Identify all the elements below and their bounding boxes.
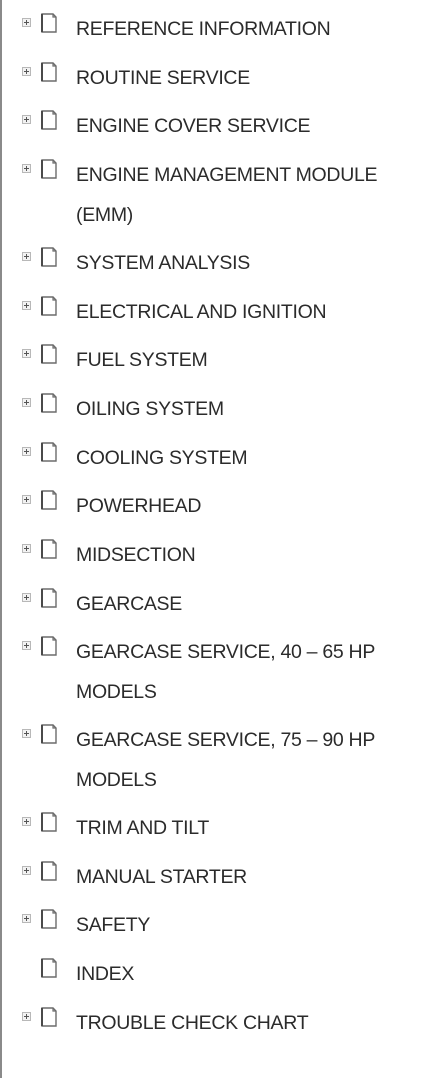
tree-item-label: ROUTINE SERVICE bbox=[76, 66, 250, 89]
tree-item-label: MANUAL STARTER bbox=[76, 865, 247, 888]
book-page-icon bbox=[41, 909, 57, 929]
tree-item[interactable]: COOLING SYSTEM bbox=[2, 438, 437, 478]
book-page-icon bbox=[41, 1006, 57, 1027]
tree-item-label: ENGINE COVER SERVICE bbox=[76, 115, 311, 138]
book-page-icon bbox=[41, 587, 57, 608]
tree-item-label: TROUBLE CHECK CHART bbox=[76, 1011, 309, 1034]
tree-item[interactable]: MIDSECTION bbox=[2, 535, 437, 575]
tree-item-label: COOLING SYSTEM bbox=[76, 446, 248, 469]
expand-plus-icon[interactable] bbox=[22, 300, 31, 310]
expand-plus-icon[interactable] bbox=[22, 729, 31, 739]
book-page-icon bbox=[41, 812, 57, 832]
book-page-icon bbox=[41, 441, 57, 462]
expand-plus-icon[interactable] bbox=[22, 115, 31, 125]
tree-item-label: INDEX bbox=[76, 962, 135, 985]
book-page-icon bbox=[41, 61, 57, 82]
tree-item-label: ELECTRICAL AND IGNITION bbox=[76, 300, 327, 323]
book-page-icon bbox=[41, 860, 57, 881]
expand-plus-icon[interactable] bbox=[22, 865, 31, 875]
book-page-icon bbox=[41, 344, 57, 364]
tree-item-label: MIDSECTION bbox=[76, 544, 196, 566]
book-page-icon bbox=[41, 636, 57, 657]
book-page-icon bbox=[41, 295, 57, 316]
expand-plus-icon[interactable] bbox=[22, 816, 31, 826]
tree-item[interactable]: TRIM AND TILT bbox=[2, 808, 437, 848]
tree-item-label: POWERHEAD bbox=[76, 495, 202, 518]
tree-item-label: TRIM AND TILT bbox=[76, 816, 209, 839]
book-page-icon bbox=[41, 159, 57, 179]
tree-item[interactable]: SYSTEM ANALYSIS bbox=[2, 243, 437, 283]
expand-plus-icon[interactable] bbox=[22, 66, 31, 76]
expand-plus-icon[interactable] bbox=[22, 349, 31, 359]
book-page-icon bbox=[41, 13, 57, 33]
book-page-icon bbox=[41, 110, 57, 131]
expand-plus-icon[interactable] bbox=[22, 18, 31, 27]
tree-item[interactable]: REFERENCE INFORMATION bbox=[2, 9, 437, 49]
tree-item-label: SYSTEM ANALYSIS bbox=[76, 251, 250, 274]
bookmarks-tree-panel: REFERENCE INFORMATION ROUTINE SERVICE ENGI… bbox=[0, 0, 437, 1078]
expand-plus-icon[interactable] bbox=[22, 397, 31, 407]
book-page-icon bbox=[41, 490, 57, 510]
expand-plus-icon[interactable] bbox=[22, 641, 31, 651]
tree-item[interactable]: FUEL SYSTEM bbox=[2, 340, 437, 380]
tree-item-label: GEARCASE SERVICE, 40 – 65 HP MODELS bbox=[76, 641, 375, 704]
expand-plus-icon[interactable] bbox=[22, 592, 31, 602]
tree-item[interactable]: POWERHEAD bbox=[2, 486, 437, 526]
tree-item-label: SAFETY bbox=[76, 914, 151, 937]
tree-item[interactable]: ELECTRICAL AND IGNITION bbox=[2, 292, 437, 332]
tree-item-label: FUEL SYSTEM bbox=[76, 349, 208, 372]
expand-plus-icon[interactable] bbox=[22, 251, 31, 261]
tree-item[interactable]: GEARCASE bbox=[2, 584, 437, 624]
book-page-icon bbox=[41, 247, 57, 267]
expand-plus-icon[interactable] bbox=[22, 914, 31, 924]
tree-item-label: GEARCASE SERVICE, 75 – 90 HP MODELS bbox=[76, 729, 375, 792]
expand-plus-icon[interactable] bbox=[22, 495, 31, 505]
tree-item[interactable]: MANUAL STARTER bbox=[2, 857, 437, 897]
tree-item-label: REFERENCE INFORMATION bbox=[76, 18, 331, 40]
tree-item[interactable]: GEARCASE SERVICE, 75 – 90 HP MODELS bbox=[2, 720, 437, 800]
book-page-icon bbox=[41, 393, 57, 413]
book-page-icon bbox=[41, 539, 57, 559]
tree-item-label: ENGINE MANAGEMENT MODULE (EMM) bbox=[76, 164, 378, 227]
expand-plus-icon[interactable] bbox=[22, 544, 31, 553]
expand-plus-icon[interactable] bbox=[22, 1011, 31, 1021]
book-page-icon bbox=[41, 958, 57, 978]
tree-item[interactable]: SAFETY bbox=[2, 905, 437, 945]
book-page-icon bbox=[41, 724, 57, 744]
expand-plus-icon[interactable] bbox=[22, 164, 31, 174]
tree-item[interactable]: GEARCASE SERVICE, 40 – 65 HP MODELS bbox=[2, 632, 437, 712]
tree-item[interactable]: TROUBLE CHECK CHART bbox=[2, 1003, 437, 1043]
tree-item-label: GEARCASE bbox=[76, 592, 182, 615]
tree-item-label: OILING SYSTEM bbox=[76, 397, 224, 420]
tree-item[interactable]: ENGINE COVER SERVICE bbox=[2, 106, 437, 146]
tree-item[interactable]: ENGINE MANAGEMENT MODULE (EMM) bbox=[2, 155, 437, 235]
expand-plus-icon[interactable] bbox=[22, 446, 31, 456]
tree-item[interactable]: ROUTINE SERVICE bbox=[2, 58, 437, 98]
tree-item[interactable]: INDEX bbox=[2, 954, 437, 994]
tree-item[interactable]: OILING SYSTEM bbox=[2, 389, 437, 429]
